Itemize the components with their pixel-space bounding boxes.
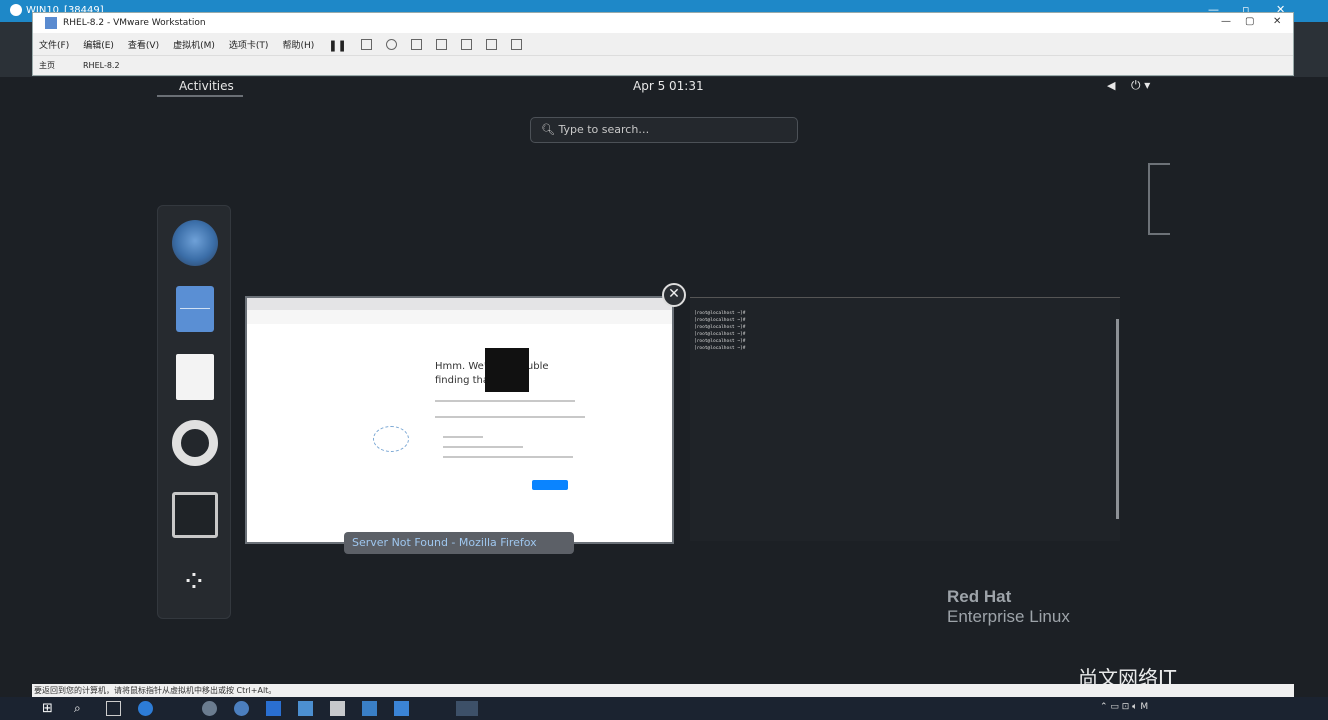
redhat-branding: Red Hat Enterprise Linux — [947, 587, 1070, 627]
power-icon[interactable]: ⏻ ▾ — [1131, 78, 1150, 93]
menu-tabs[interactable]: 选项卡(T) — [229, 38, 269, 51]
activities-button[interactable]: Activities — [165, 79, 234, 93]
branding-line1: Red Hat — [947, 587, 1012, 606]
terminal-menubar — [690, 297, 1120, 307]
app-icon[interactable] — [362, 701, 377, 716]
minimize-icon[interactable]: — — [1221, 16, 1231, 27]
app-icon[interactable] — [394, 701, 409, 716]
show-applications-icon[interactable]: ⁘ — [172, 560, 218, 606]
terminal-line: [root@localhost ~]# — [694, 311, 746, 316]
clock[interactable]: Apr 5 01:31 — [633, 79, 704, 93]
error-text-line — [435, 416, 585, 418]
error-text-line — [435, 400, 575, 402]
workspace-thumbnail[interactable] — [1148, 163, 1170, 235]
user-icon — [10, 4, 22, 16]
fullscreen-icon[interactable] — [435, 38, 447, 50]
console-icon[interactable] — [485, 38, 497, 50]
vmware-app-icon — [45, 17, 57, 29]
gnome-top-bar: Activities Apr 5 01:31 ◀ ⏻ ▾ — [157, 77, 1170, 97]
menu-view[interactable]: 查看(V) — [128, 38, 159, 51]
software-icon[interactable] — [176, 354, 214, 400]
search-icon: 🔍︎ — [541, 123, 559, 136]
vmware-taskbar-icon[interactable] — [456, 701, 478, 716]
vmware-window-title: RHEL-8.2 - VMware Workstation — [63, 18, 206, 28]
windows-taskbar: ⊞ ⌕ ⌃ ▭ ⊡ 🔈︎ M — [0, 697, 1328, 720]
menu-edit[interactable]: 编辑(E) — [83, 38, 114, 51]
activities-underline — [157, 95, 243, 97]
terminal-output: [root@localhost ~]# [root@localhost ~]# … — [690, 307, 1120, 352]
terminal-window-preview[interactable]: [root@localhost ~]# [root@localhost ~]# … — [690, 297, 1120, 541]
snapshot-manager-icon[interactable] — [410, 38, 422, 50]
help-icon[interactable] — [172, 420, 218, 466]
maximize-icon[interactable]: ▢ — [1245, 16, 1254, 27]
firefox-window-preview[interactable]: Hmm. We're … trouble finding that … — [245, 296, 674, 544]
error-illustration — [373, 426, 409, 452]
pause-icon[interactable]: ❚❚ — [328, 39, 346, 52]
dash: ⁘ — [157, 205, 231, 619]
error-text-line — [443, 456, 573, 458]
obscured-region — [485, 348, 529, 392]
search-placeholder: Type to search… — [558, 123, 650, 136]
error-text-line — [443, 446, 523, 448]
terminal-line: [root@localhost ~]# — [694, 325, 746, 330]
tab-rhel[interactable]: RHEL-8.2 — [83, 61, 120, 70]
volume-icon[interactable]: ◀ — [1107, 79, 1115, 92]
firefox-navbar — [247, 310, 672, 324]
guest-desktop[interactable]: Activities Apr 5 01:31 ◀ ⏻ ▾ 🔍︎ Type to … — [0, 77, 1328, 697]
vmware-tab-strip: 主页 RHEL-8.2 — [33, 55, 1293, 75]
try-again-button[interactable] — [532, 480, 568, 490]
window-caption: Server Not Found - Mozilla Firefox — [344, 532, 574, 554]
terminal-line: [root@localhost ~]# — [694, 318, 746, 323]
vmware-titlebar: RHEL-8.2 - VMware Workstation — ▢ ✕ — [33, 13, 1293, 33]
menu-help[interactable]: 帮助(H) — [282, 38, 314, 51]
unity-icon[interactable] — [460, 38, 472, 50]
vmware-window: RHEL-8.2 - VMware Workstation — ▢ ✕ 文件(F… — [32, 12, 1294, 76]
menu-vm[interactable]: 虚拟机(M) — [173, 38, 215, 51]
task-view-icon[interactable] — [106, 701, 121, 716]
windows-start-icon[interactable]: ⊞ — [42, 701, 57, 716]
terminal-scrollbar[interactable] — [1116, 319, 1119, 519]
window-close-icon[interactable]: ✕ — [662, 283, 686, 307]
terminal-line: [root@localhost ~]# — [694, 332, 746, 337]
tray-icons[interactable]: ⌃ ▭ ⊡ 🔈︎ M — [1100, 702, 1148, 712]
tab-home[interactable]: 主页 — [39, 60, 55, 71]
close-icon[interactable]: ✕ — [1273, 16, 1281, 27]
overview-search-input[interactable]: 🔍︎ Type to search… — [530, 117, 798, 143]
menu-file[interactable]: 文件(F) — [39, 38, 69, 51]
search-icon[interactable]: ⌕ — [74, 701, 89, 716]
error-text-line — [443, 436, 483, 438]
powershell-icon[interactable] — [266, 701, 281, 716]
app-icon[interactable] — [330, 701, 345, 716]
app-icon[interactable] — [202, 701, 217, 716]
stretch-icon[interactable] — [510, 38, 522, 50]
send-ctrl-alt-del-icon[interactable] — [360, 38, 372, 50]
app-icon[interactable] — [234, 701, 249, 716]
files-icon[interactable] — [176, 286, 214, 332]
terminal-line: [root@localhost ~]# — [694, 339, 746, 344]
snapshot-icon[interactable] — [385, 38, 397, 50]
firefox-icon[interactable] — [172, 220, 218, 266]
branding-line2: Enterprise Linux — [947, 607, 1070, 626]
edge-icon[interactable] — [138, 701, 153, 716]
app-icon[interactable] — [298, 701, 313, 716]
firefox-tab-strip — [247, 298, 672, 310]
terminal-line: [root@localhost ~]# — [694, 346, 746, 351]
vmware-hint-bar: 要返回到您的计算机，请将鼠标指针从虚拟机中移出或按 Ctrl+Alt。 — [32, 684, 1294, 697]
vmware-menubar: 文件(F) 编辑(E) 查看(V) 虚拟机(M) 选项卡(T) 帮助(H) ❚❚ — [33, 33, 1293, 55]
terminal-icon[interactable] — [172, 492, 218, 538]
